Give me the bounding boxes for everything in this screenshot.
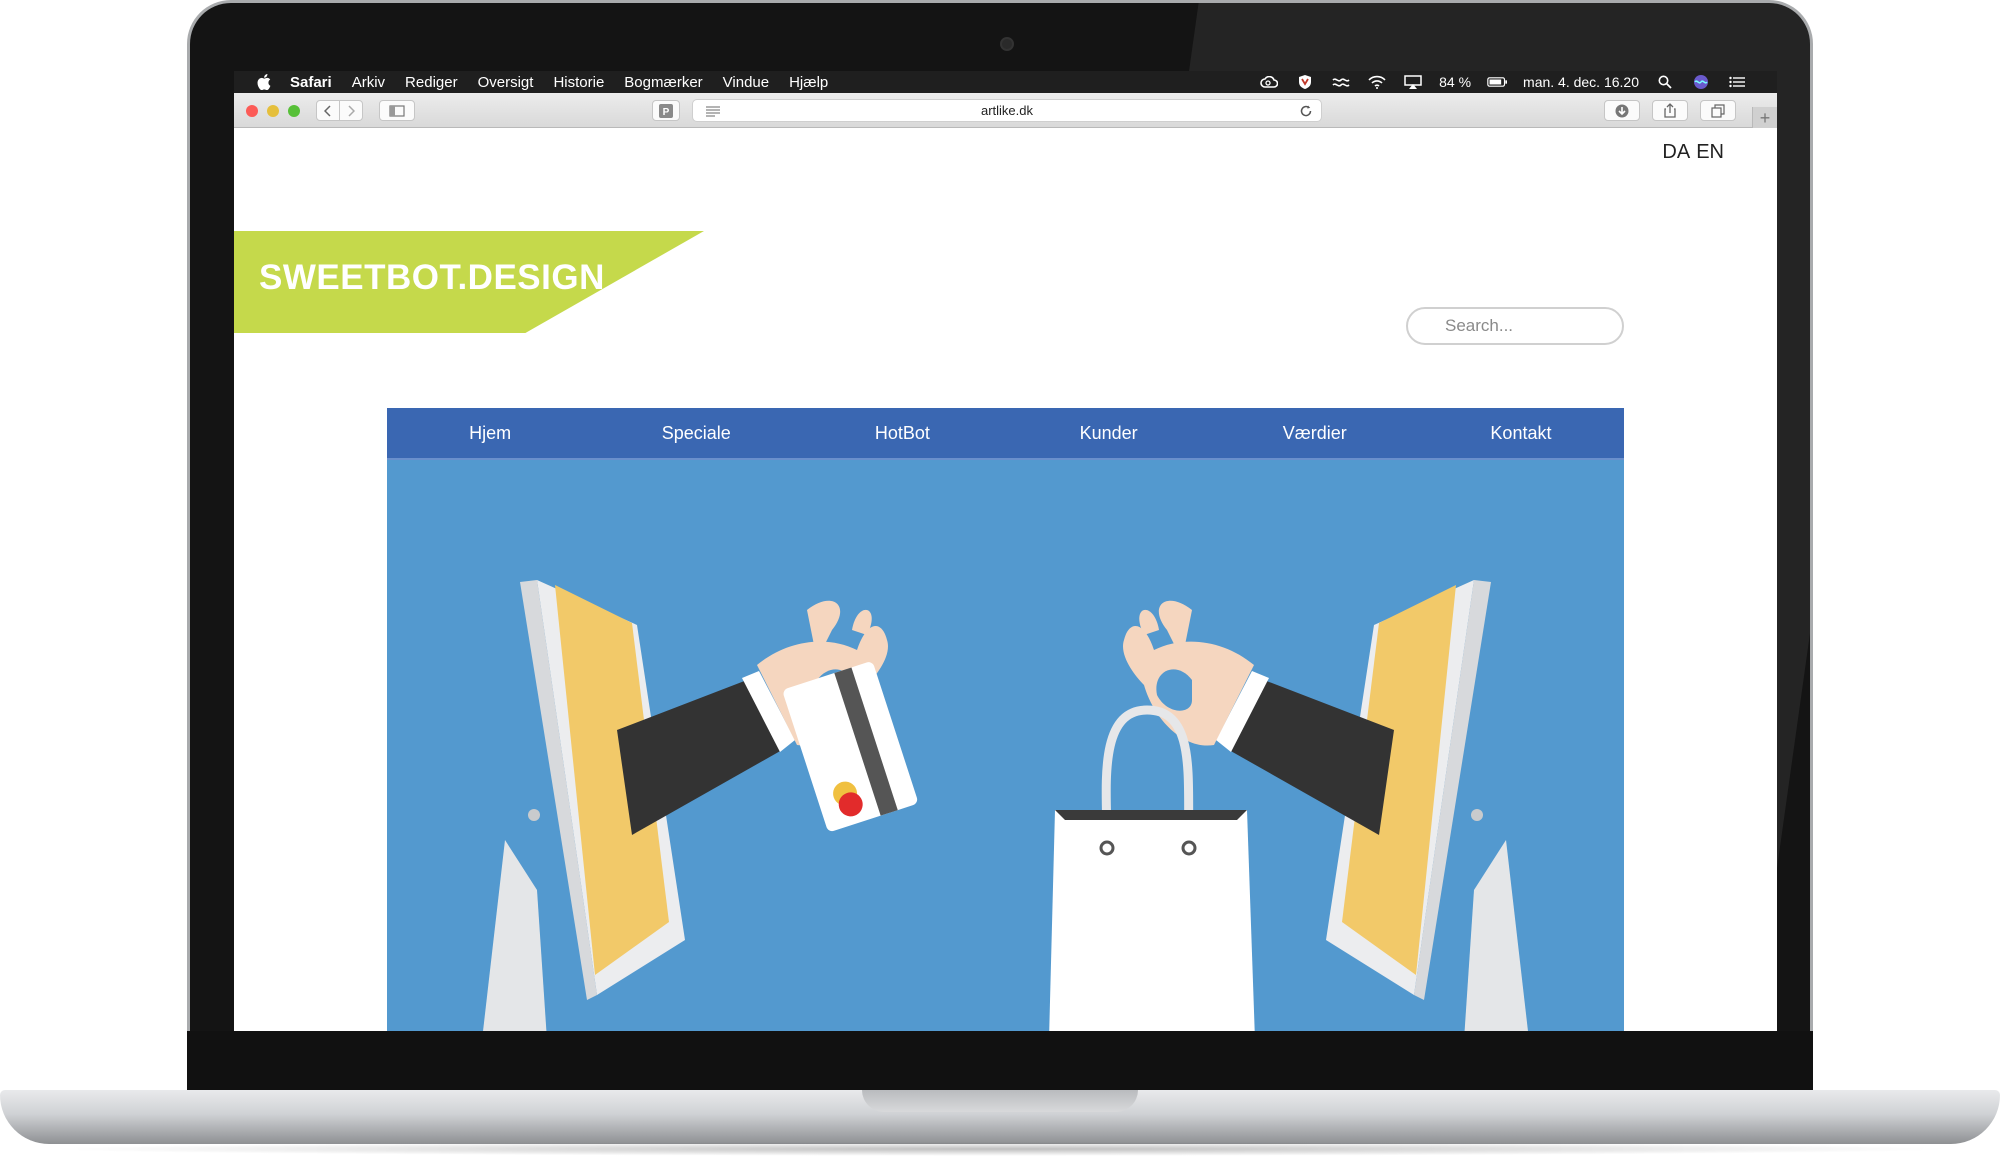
camera-icon <box>1000 37 1014 51</box>
p-badge-icon: P <box>659 103 673 118</box>
left-hand-card-illustration <box>617 600 918 835</box>
lang-en-link[interactable]: EN <box>1696 141 1724 164</box>
hero-illustration <box>387 460 1624 1031</box>
wave-icon[interactable] <box>1331 74 1351 90</box>
nav-kunder[interactable]: Kunder <box>1006 408 1212 458</box>
sidebar-icon <box>389 104 405 117</box>
apple-icon[interactable] <box>254 72 274 92</box>
airplay-icon[interactable] <box>1403 74 1423 90</box>
pinterest-extension-button[interactable]: P <box>652 100 680 121</box>
menu-app-safari[interactable]: Safari <box>290 74 332 91</box>
back-button[interactable] <box>316 100 340 121</box>
wifi-icon[interactable] <box>1367 74 1387 90</box>
nav-hotbot[interactable]: HotBot <box>799 408 1005 458</box>
chevron-left-icon <box>324 104 331 117</box>
tab-overview-button[interactable] <box>1700 100 1736 121</box>
menu-vindue[interactable]: Vindue <box>723 74 769 91</box>
menu-arkiv[interactable]: Arkiv <box>352 74 385 91</box>
menu-oversigt[interactable]: Oversigt <box>478 74 534 91</box>
url-text: artlike.dk <box>980 103 1034 118</box>
lang-da-link[interactable]: DA <box>1662 141 1690 164</box>
menu-hjaelp[interactable]: Hjælp <box>789 74 828 91</box>
reader-icon[interactable] <box>705 105 721 120</box>
sidebar-toggle-button[interactable] <box>379 100 415 121</box>
menu-historie[interactable]: Historie <box>553 74 604 91</box>
main-nav: Hjem Speciale HotBot Kunder Værdier Kont… <box>387 408 1624 460</box>
notification-center-icon[interactable] <box>1727 74 1747 90</box>
browser-toolbar: P artlike.dk + <box>234 93 1777 129</box>
shield-icon[interactable] <box>1295 74 1315 90</box>
site-logo[interactable]: SWEETBOT.DESIGN <box>259 258 605 298</box>
battery-icon[interactable] <box>1487 74 1508 90</box>
battery-percent: 84 % <box>1439 74 1472 90</box>
laptop-base-notch <box>862 1090 1138 1112</box>
address-bar[interactable]: artlike.dk <box>692 99 1322 122</box>
language-switcher: DA EN <box>1662 141 1724 164</box>
menu-bogmaerker[interactable]: Bogmærker <box>624 74 702 91</box>
chevron-right-icon <box>348 104 355 117</box>
menu-bar: Safari Arkiv Rediger Oversigt Historie B… <box>234 71 1777 93</box>
laptop-screen: Safari Arkiv Rediger Oversigt Historie B… <box>234 71 1777 1031</box>
right-hand-bag-illustration <box>1049 600 1394 1031</box>
laptop-shadow <box>40 1142 1960 1156</box>
window-close-button[interactable] <box>246 105 258 117</box>
window-maximize-button[interactable] <box>288 105 300 117</box>
spotlight-search-icon[interactable] <box>1655 74 1675 90</box>
window-minimize-button[interactable] <box>267 105 279 117</box>
share-button[interactable] <box>1652 100 1688 121</box>
screen-bezel-bottom <box>187 1031 1813 1092</box>
new-tab-button[interactable]: + <box>1752 107 1777 129</box>
forward-button[interactable] <box>339 100 363 121</box>
status-area: 84 % man. 4. dec. 16.20 <box>1259 71 1747 93</box>
nav-hjem[interactable]: Hjem <box>387 408 593 458</box>
nav-kontakt[interactable]: Kontakt <box>1418 408 1624 458</box>
menu-rediger[interactable]: Rediger <box>405 74 458 91</box>
siri-icon[interactable] <box>1691 74 1711 90</box>
nav-speciale[interactable]: Speciale <box>593 408 799 458</box>
clock[interactable]: man. 4. dec. 16.20 <box>1523 74 1639 90</box>
web-page: DA EN SWEETBOT.DESIGN Search... Hjem Spe… <box>234 128 1777 1031</box>
creative-cloud-icon[interactable] <box>1259 74 1279 90</box>
search-input[interactable]: Search... <box>1406 307 1624 345</box>
svg-text:P: P <box>663 107 670 118</box>
share-icon <box>1664 103 1676 118</box>
downloads-button[interactable] <box>1604 100 1640 121</box>
tabs-icon <box>1711 103 1725 118</box>
download-icon <box>1615 104 1629 117</box>
nav-vaerdier[interactable]: Værdier <box>1212 408 1418 458</box>
reload-icon[interactable] <box>1299 104 1313 121</box>
